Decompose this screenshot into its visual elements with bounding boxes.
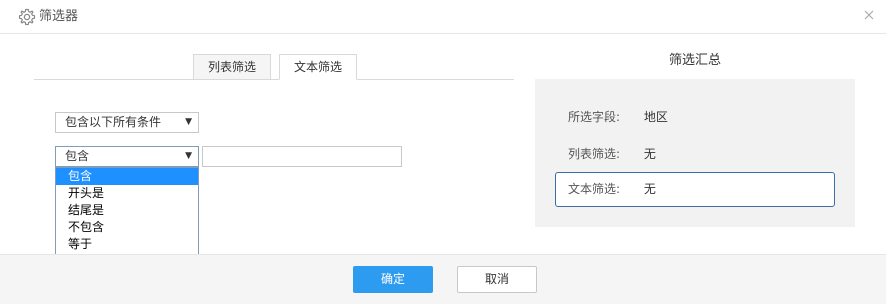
condition-mode-select[interactable]: 包含以下所有条件 ▼ — [55, 112, 199, 133]
summary-text-value: 无 — [643, 182, 656, 196]
dropdown-option-contains[interactable]: 包含 — [56, 168, 198, 185]
summary-text-label: 文本筛选: — [568, 182, 621, 196]
chevron-down-icon: ▼ — [185, 151, 192, 161]
dropdown-option-not-contains[interactable]: 不包含 — [56, 219, 198, 236]
tab-list-filter[interactable]: 列表筛选 — [193, 54, 271, 80]
summary-list-value: 无 — [643, 147, 656, 161]
summary-list-row: 列表筛选: 无 — [568, 145, 656, 163]
dialog-title: 筛选器 — [39, 9, 79, 24]
close-icon[interactable] — [862, 8, 876, 22]
summary-list-label: 列表筛选: — [568, 147, 621, 161]
chevron-down-icon: ▼ — [185, 117, 192, 127]
filter-dialog: 筛选器 列表筛选 文本筛选 包含以下所有条件 ▼ 包含 ▼ 包含 开头是 结尾是… — [0, 0, 886, 304]
condition-mode-value: 包含以下所有条件 — [65, 115, 162, 129]
confirm-button[interactable]: 确定 — [353, 266, 433, 293]
operator-select[interactable]: 包含 ▼ — [55, 146, 199, 167]
operator-value: 包含 — [65, 149, 90, 163]
dropdown-option-equals[interactable]: 等于 — [56, 236, 198, 253]
tab-text-filter[interactable]: 文本筛选 — [279, 54, 357, 80]
summary-field-row: 所选字段: 地区 — [568, 108, 668, 126]
dropdown-option-starts-with[interactable]: 开头是 — [56, 185, 198, 202]
dropdown-option-ends-with[interactable]: 结尾是 — [56, 202, 198, 219]
summary-field-label: 所选字段: — [568, 110, 621, 124]
title-bar: 筛选器 — [0, 0, 886, 34]
dialog-footer: 确定 取消 — [0, 254, 886, 304]
summary-text-row: 文本筛选: 无 — [555, 172, 835, 207]
summary-field-value: 地区 — [643, 110, 668, 124]
cancel-button[interactable]: 取消 — [457, 266, 537, 293]
filter-text-input[interactable] — [202, 146, 402, 167]
tabs-divider — [34, 79, 514, 80]
summary-title: 筛选汇总 — [668, 53, 721, 68]
summary-panel: 所选字段: 地区 列表筛选: 无 文本筛选: 无 — [535, 79, 855, 227]
operator-dropdown-list: 包含 开头是 结尾是 不包含 等于 — [55, 167, 199, 255]
gear-icon — [18, 8, 36, 26]
